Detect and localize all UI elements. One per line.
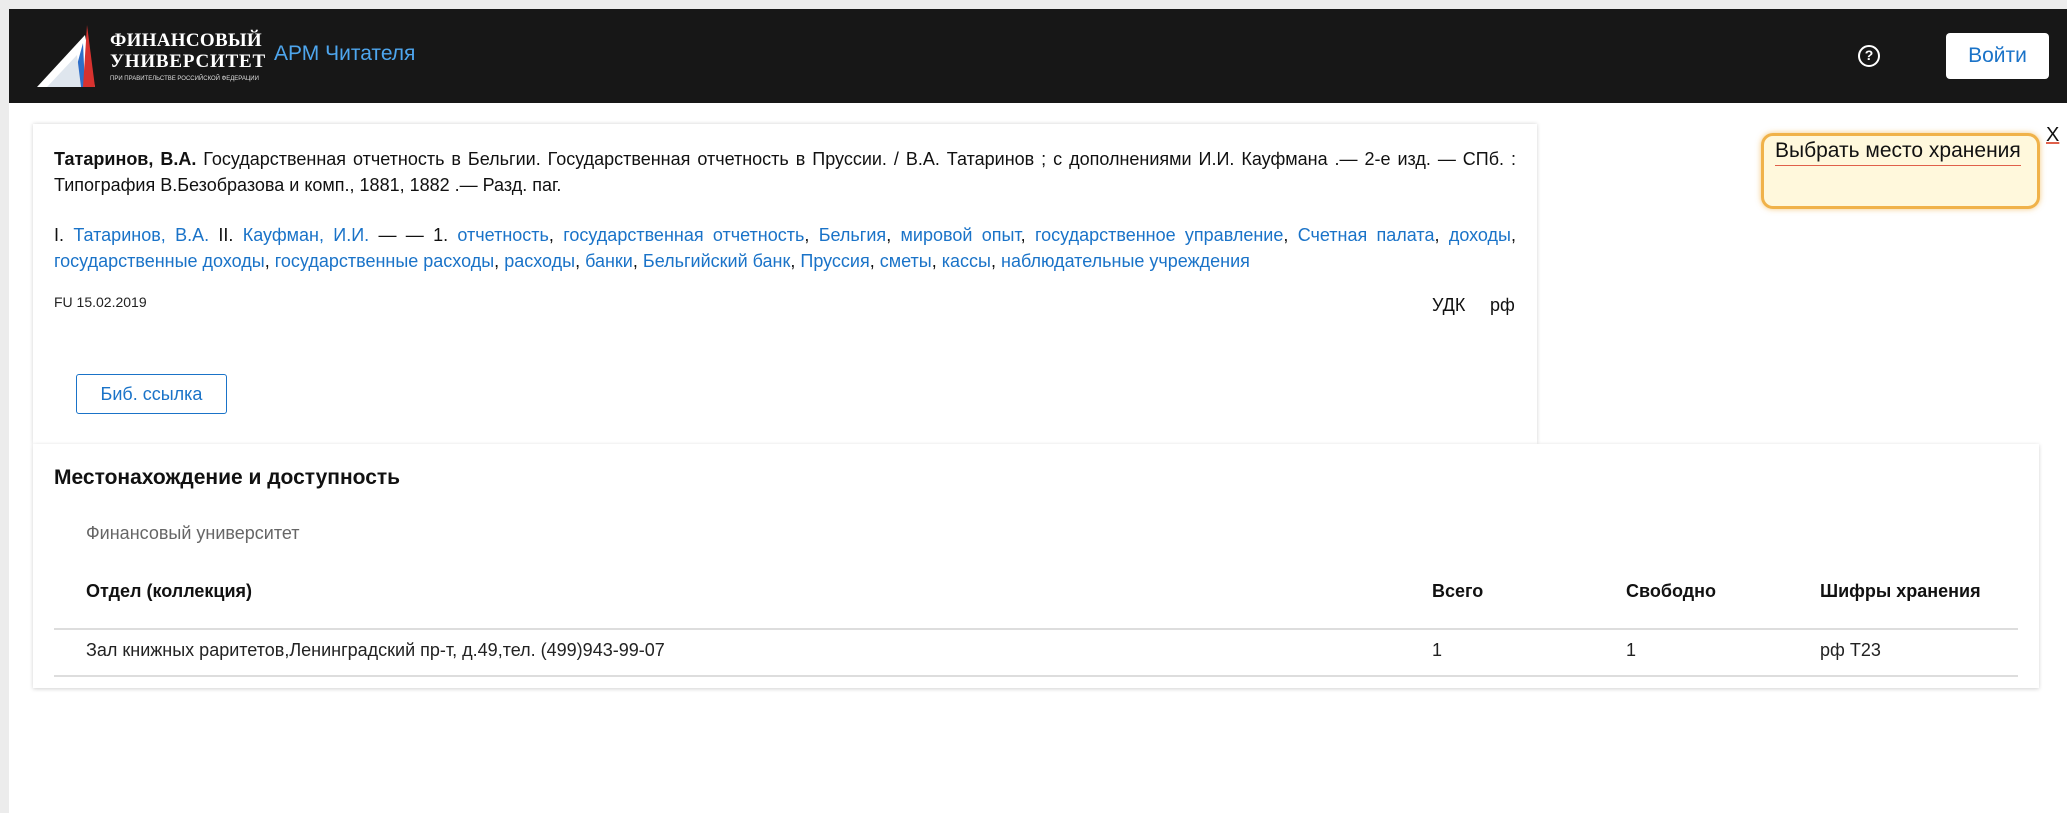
logo-subtext: ПРИ ПРАВИТЕЛЬСТВЕ РОССИЙСКОЙ ФЕДЕРАЦИИ [110, 76, 259, 82]
rf-label: рф [1490, 295, 1515, 315]
record-author: Татаринов, В.А. [54, 149, 197, 169]
subject-link[interactable]: банки [585, 251, 633, 271]
subject-link[interactable]: Счетная палата [1298, 225, 1435, 245]
cell-shelfmark: рф Т23 [1820, 640, 1881, 660]
subject-separator: , [264, 251, 275, 271]
subject-link[interactable]: расходы [504, 251, 575, 271]
subject-separator: , [886, 225, 901, 245]
logo-text: УНИВЕРСИТЕТ [110, 51, 267, 72]
subject-link[interactable]: государственное управление [1035, 225, 1283, 245]
subject-separator: , [494, 251, 505, 271]
university-logo[interactable]: ФИНАНСОВЫЙ УНИВЕРСИТЕТ ПРИ ПРАВИТЕЛЬСТВЕ… [37, 25, 265, 91]
entry-separator: II. [209, 225, 243, 245]
subject-separator: , [990, 251, 1001, 271]
table-divider [54, 628, 2018, 630]
storage-location-label[interactable]: Выбрать место хранения [1775, 139, 2021, 166]
subject-separator: , [1020, 225, 1035, 245]
subject-separator: , [1283, 225, 1298, 245]
subject-link[interactable]: кассы [942, 251, 991, 271]
cell-department: Зал книжных раритетов,Ленинградский пр-т… [86, 640, 665, 660]
login-button[interactable]: Войти [1946, 33, 2049, 79]
subject-link[interactable]: Пруссия [800, 251, 869, 271]
table-divider [54, 675, 2018, 677]
subject-separator: , [804, 225, 819, 245]
bib-link-button[interactable]: Биб. ссылка [76, 374, 227, 414]
subject-link[interactable]: наблюдательные учреждения [1001, 251, 1250, 271]
library-name: Финансовый университет [86, 523, 300, 543]
column-header-available: Свободно [1626, 581, 1716, 601]
subject-separator: , [632, 251, 643, 271]
logo-sail-icon [37, 25, 95, 87]
app-title-link[interactable]: АРМ Читателя [274, 42, 415, 66]
subject-separator: , [1510, 225, 1516, 245]
record-text: Государственная отчетность в Бельгии. Го… [54, 149, 1517, 195]
subject-link[interactable]: отчетность [457, 225, 548, 245]
cell-available: 1 [1626, 640, 1637, 660]
subject-link[interactable]: сметы [880, 251, 932, 271]
subject-list: I. Татаринов, В.А. II. Кауфман, И.И. — —… [54, 222, 1516, 274]
column-header-department: Отдел (коллекция) [86, 581, 253, 601]
subject-link[interactable]: государственные расходы [275, 251, 494, 271]
subject-link[interactable]: Бельгия [819, 225, 886, 245]
subject-link[interactable]: государственная отчетность [563, 225, 804, 245]
column-header-shelfmark: Шифры хранения [1820, 581, 1981, 601]
author-link[interactable]: Татаринов, В.А. [73, 225, 209, 245]
subject-separator: , [1434, 225, 1449, 245]
subject-separator: , [931, 251, 942, 271]
logo-text: ФИНАНСОВЫЙ [110, 30, 262, 51]
record-card: Татаринов, В.А. Государственная отчетнос… [33, 124, 1537, 444]
holdings-title: Местонахождение и доступность [54, 466, 401, 489]
record-date: FU 15.02.2019 [54, 294, 147, 310]
author-link[interactable]: Кауфман, И.И. [243, 225, 369, 245]
subject-link[interactable]: доходы [1449, 225, 1511, 245]
holdings-panel: Местонахождение и доступность Финансовый… [33, 444, 2039, 688]
storage-location-picker[interactable]: Выбрать место хранения [1761, 133, 2040, 209]
close-icon[interactable]: X [2046, 124, 2059, 147]
top-bar: ФИНАНСОВЫЙ УНИВЕРСИТЕТ ПРИ ПРАВИТЕЛЬСТВЕ… [9, 9, 2067, 103]
entry-prefix: I. [54, 225, 74, 245]
udk-label: УДК [1432, 295, 1466, 315]
entry-separator: — — 1. [369, 225, 458, 245]
subject-link[interactable]: Бельгийский банк [643, 251, 791, 271]
cell-total: 1 [1432, 640, 1443, 660]
subject-link[interactable]: мировой опыт [901, 225, 1021, 245]
subject-separator: , [869, 251, 880, 271]
record-description: Татаринов, В.А. Государственная отчетнос… [54, 146, 1516, 198]
subject-separator: , [790, 251, 801, 271]
subject-separator: , [548, 225, 564, 245]
help-icon[interactable]: ? [1858, 45, 1880, 67]
subject-separator: , [575, 251, 586, 271]
subject-link[interactable]: государственные доходы [54, 251, 265, 271]
column-header-total: Всего [1432, 581, 1484, 601]
